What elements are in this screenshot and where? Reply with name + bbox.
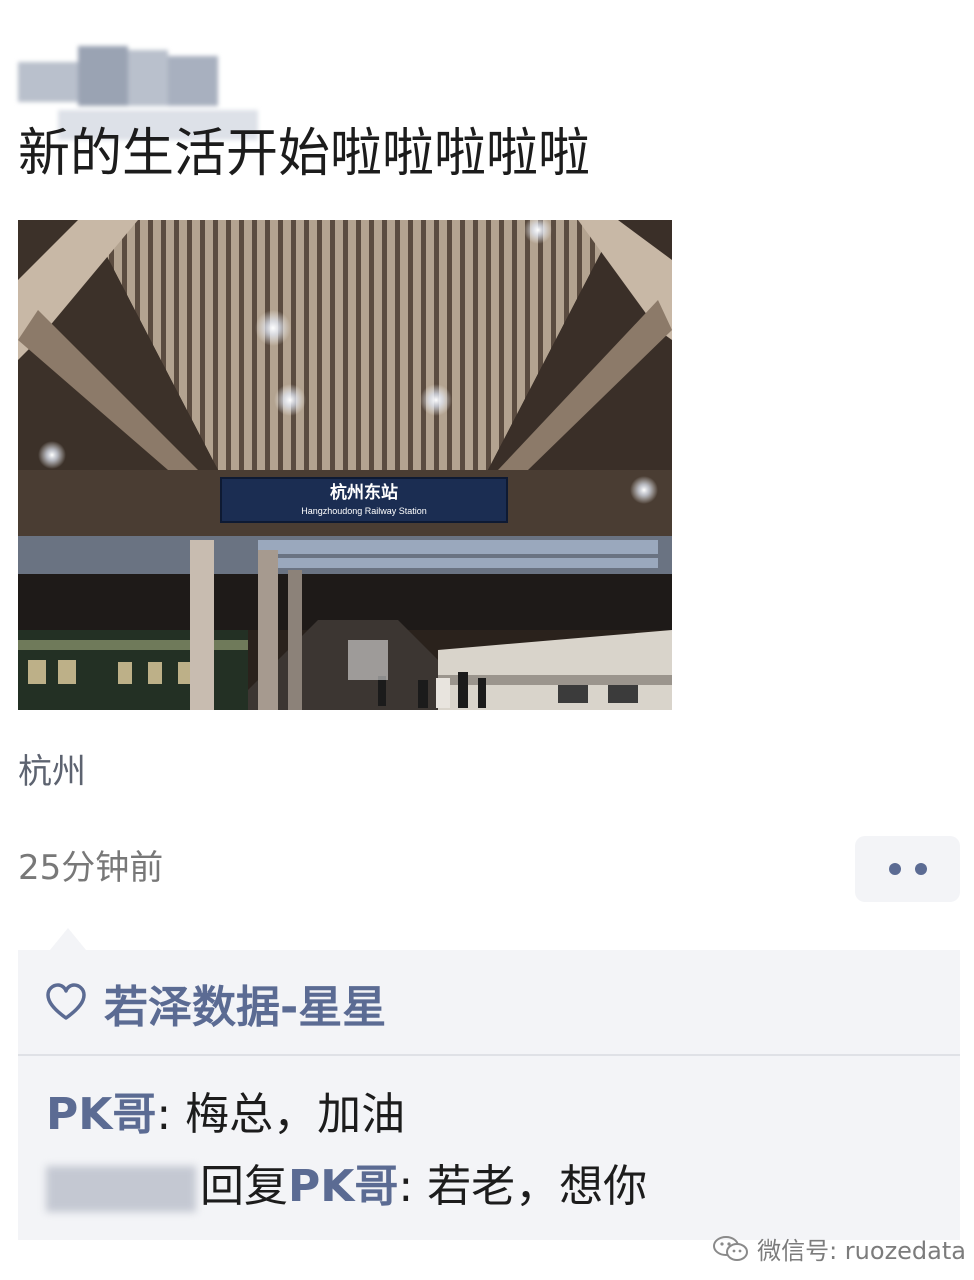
watermark: 微信号: ruozedata bbox=[713, 1231, 966, 1266]
comment-row[interactable]: 回复PK哥: 若老，想你 bbox=[46, 1150, 647, 1214]
comment-text: 梅总，加油 bbox=[185, 1089, 406, 1140]
liker-name[interactable]: 若泽数据-星星 bbox=[104, 971, 386, 1035]
panel-arrow bbox=[50, 928, 86, 950]
post-location[interactable]: 杭州 bbox=[18, 744, 86, 793]
post-photo[interactable]: 杭州东站 Hangzhoudong Railway Station bbox=[18, 220, 672, 710]
panel-divider bbox=[18, 1054, 960, 1056]
comment-row[interactable]: PK哥: 梅总，加油 bbox=[46, 1078, 405, 1142]
comment-separator: : bbox=[398, 1161, 428, 1212]
more-dots-icon bbox=[915, 863, 927, 875]
comment-separator: : bbox=[156, 1089, 186, 1140]
likes-comments-panel: 若泽数据-星星 PK哥: 梅总，加油 回复PK哥: 若老，想你 bbox=[18, 950, 960, 1240]
reply-word: 回复 bbox=[200, 1161, 288, 1212]
comment-text: 若老，想你 bbox=[427, 1161, 648, 1212]
blurred-commenter[interactable] bbox=[46, 1166, 196, 1212]
more-dots-icon bbox=[889, 863, 901, 875]
reply-to-user[interactable]: PK哥 bbox=[288, 1161, 398, 1212]
comment-user[interactable]: PK哥 bbox=[46, 1089, 156, 1140]
post-time: 25分钟前 bbox=[18, 848, 164, 888]
wechat-icon bbox=[713, 1235, 749, 1261]
railway-station-image: 杭州东站 Hangzhoudong Railway Station bbox=[18, 220, 672, 710]
watermark-text: 微信号: ruozedata bbox=[757, 1237, 966, 1265]
more-button[interactable] bbox=[855, 836, 960, 902]
station-sign-cn: 杭州东站 bbox=[330, 482, 398, 502]
station-sign-en: Hangzhoudong Railway Station bbox=[301, 506, 427, 516]
likes-row: 若泽数据-星星 bbox=[46, 972, 386, 1034]
post-text: 新的生活开始啦啦啦啦啦 bbox=[18, 124, 591, 184]
heart-icon bbox=[46, 983, 86, 1020]
